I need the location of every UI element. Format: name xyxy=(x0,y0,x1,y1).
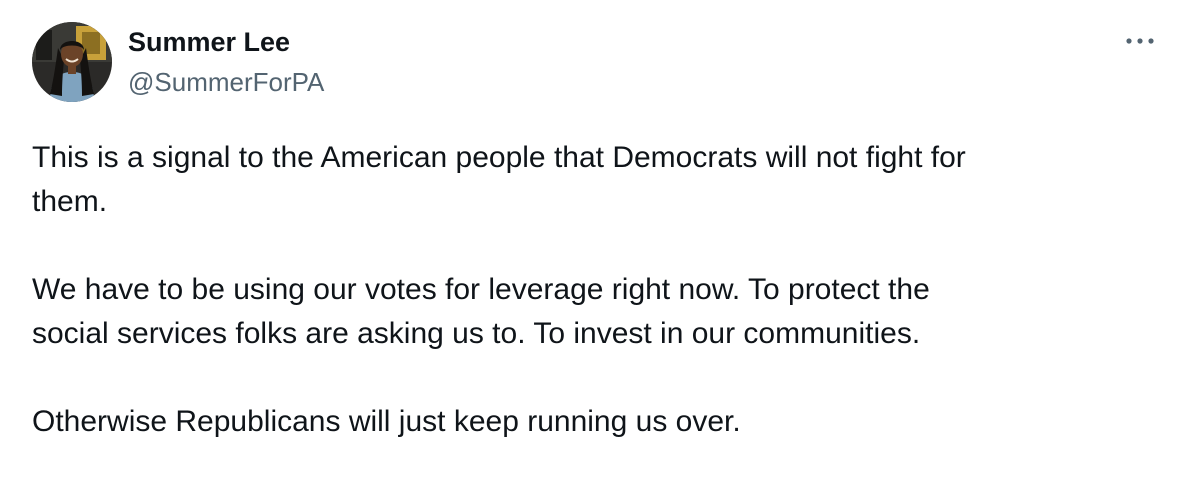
author-name[interactable]: Summer Lee xyxy=(128,26,290,58)
more-horizontal-icon xyxy=(1126,38,1154,44)
tweet-text: This is a signal to the American people … xyxy=(32,136,1162,444)
tweet-paragraph: We have to be using our votes for levera… xyxy=(32,273,930,350)
tweet-card: Summer Lee @SummerForPA This is a signal… xyxy=(0,0,1192,488)
tweet-paragraph: This is a signal to the American people … xyxy=(32,141,966,218)
avatar-photo xyxy=(32,22,112,102)
tweet-paragraph: Otherwise Republicans will just keep run… xyxy=(32,405,741,438)
author-handle[interactable]: @SummerForPA xyxy=(128,66,324,98)
more-options-button[interactable] xyxy=(1118,26,1162,56)
avatar[interactable] xyxy=(32,22,112,102)
